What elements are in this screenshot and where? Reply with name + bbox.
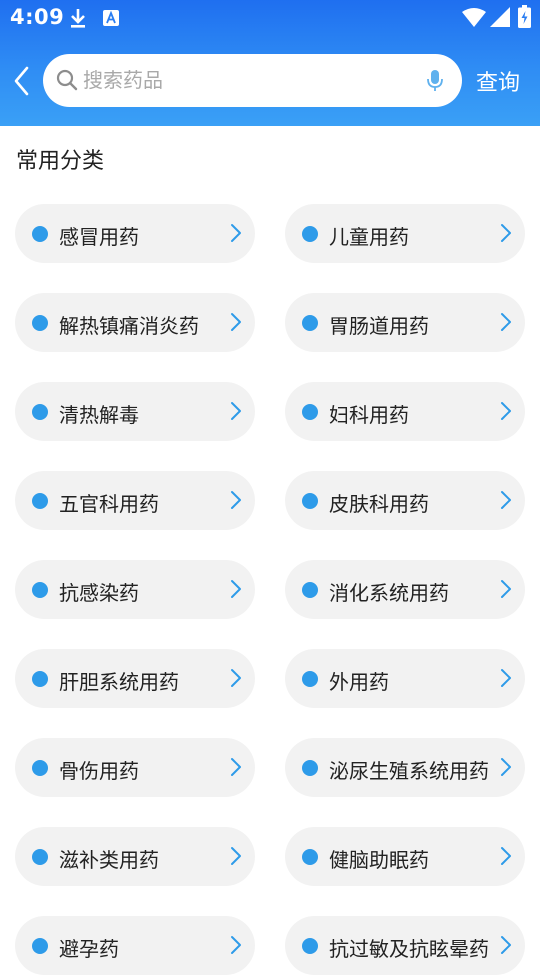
- category-label: 皮肤科用药: [329, 492, 429, 516]
- chevron-right-icon: [231, 758, 241, 776]
- category-item[interactable]: 清热解毒: [15, 382, 255, 441]
- bullet-dot-icon: [302, 493, 318, 509]
- chevron-right-icon: [501, 224, 511, 242]
- category-item[interactable]: 感冒用药: [15, 204, 255, 263]
- chevron-right-icon: [501, 402, 511, 420]
- category-label: 避孕药: [59, 937, 119, 961]
- category-item[interactable]: 儿童用药: [285, 204, 525, 263]
- bullet-dot-icon: [302, 315, 318, 331]
- category-grid: 感冒用药 儿童用药解热镇痛消炎药 胃肠道用药清热解毒 妇科用药五官科用药 皮肤科用药抗感…: [0, 0, 540, 975]
- category-label: 外用药: [329, 670, 389, 694]
- category-label: 滋补类用药: [59, 848, 159, 872]
- category-label: 解热镇痛消炎药: [59, 314, 199, 338]
- chevron-right-icon: [501, 491, 511, 509]
- bullet-dot-icon: [302, 938, 318, 954]
- category-label: 清热解毒: [59, 403, 139, 427]
- category-item[interactable]: 抗感染药: [15, 560, 255, 619]
- category-item[interactable]: 滋补类用药: [15, 827, 255, 886]
- bullet-dot-icon: [302, 226, 318, 242]
- category-item[interactable]: 胃肠道用药: [285, 293, 525, 352]
- bullet-dot-icon: [302, 760, 318, 776]
- category-label: 泌尿生殖系统用药: [329, 759, 489, 783]
- category-label: 抗过敏及抗眩晕药: [329, 937, 489, 961]
- category-label: 儿童用药: [329, 225, 409, 249]
- chevron-right-icon: [501, 313, 511, 331]
- category-label: 妇科用药: [329, 403, 409, 427]
- category-item[interactable]: 妇科用药: [285, 382, 525, 441]
- chevron-right-icon: [501, 580, 511, 598]
- category-label: 消化系统用药: [329, 581, 449, 605]
- category-label: 肝胆系统用药: [59, 670, 179, 694]
- category-label: 胃肠道用药: [329, 314, 429, 338]
- category-item[interactable]: 抗过敏及抗眩晕药: [285, 916, 525, 975]
- category-item[interactable]: 皮肤科用药: [285, 471, 525, 530]
- bullet-dot-icon: [32, 315, 48, 331]
- bullet-dot-icon: [32, 760, 48, 776]
- category-item[interactable]: 五官科用药: [15, 471, 255, 530]
- bullet-dot-icon: [302, 671, 318, 687]
- category-item[interactable]: 消化系统用药: [285, 560, 525, 619]
- chevron-right-icon: [231, 402, 241, 420]
- category-item[interactable]: 健脑助眠药: [285, 827, 525, 886]
- bullet-dot-icon: [32, 938, 48, 954]
- chevron-right-icon: [501, 847, 511, 865]
- category-item[interactable]: 外用药: [285, 649, 525, 708]
- category-item[interactable]: 解热镇痛消炎药: [15, 293, 255, 352]
- chevron-right-icon: [501, 669, 511, 687]
- chevron-right-icon: [231, 224, 241, 242]
- chevron-right-icon: [231, 847, 241, 865]
- chevron-right-icon: [231, 669, 241, 687]
- category-item[interactable]: 泌尿生殖系统用药: [285, 738, 525, 797]
- bullet-dot-icon: [32, 226, 48, 242]
- bullet-dot-icon: [32, 671, 48, 687]
- category-item[interactable]: 骨伤用药: [15, 738, 255, 797]
- bullet-dot-icon: [32, 493, 48, 509]
- category-label: 感冒用药: [59, 225, 139, 249]
- category-label: 骨伤用药: [59, 759, 139, 783]
- bullet-dot-icon: [302, 849, 318, 865]
- bullet-dot-icon: [32, 404, 48, 420]
- category-label: 五官科用药: [59, 492, 159, 516]
- bullet-dot-icon: [302, 582, 318, 598]
- bullet-dot-icon: [302, 404, 318, 420]
- bullet-dot-icon: [32, 582, 48, 598]
- chevron-right-icon: [231, 491, 241, 509]
- chevron-right-icon: [231, 936, 241, 954]
- category-label: 抗感染药: [59, 581, 139, 605]
- chevron-right-icon: [231, 313, 241, 331]
- category-item[interactable]: 肝胆系统用药: [15, 649, 255, 708]
- bullet-dot-icon: [32, 849, 48, 865]
- chevron-right-icon: [501, 936, 511, 954]
- category-item[interactable]: 避孕药: [15, 916, 255, 975]
- category-label: 健脑助眠药: [329, 848, 429, 872]
- chevron-right-icon: [501, 758, 511, 776]
- chevron-right-icon: [231, 580, 241, 598]
